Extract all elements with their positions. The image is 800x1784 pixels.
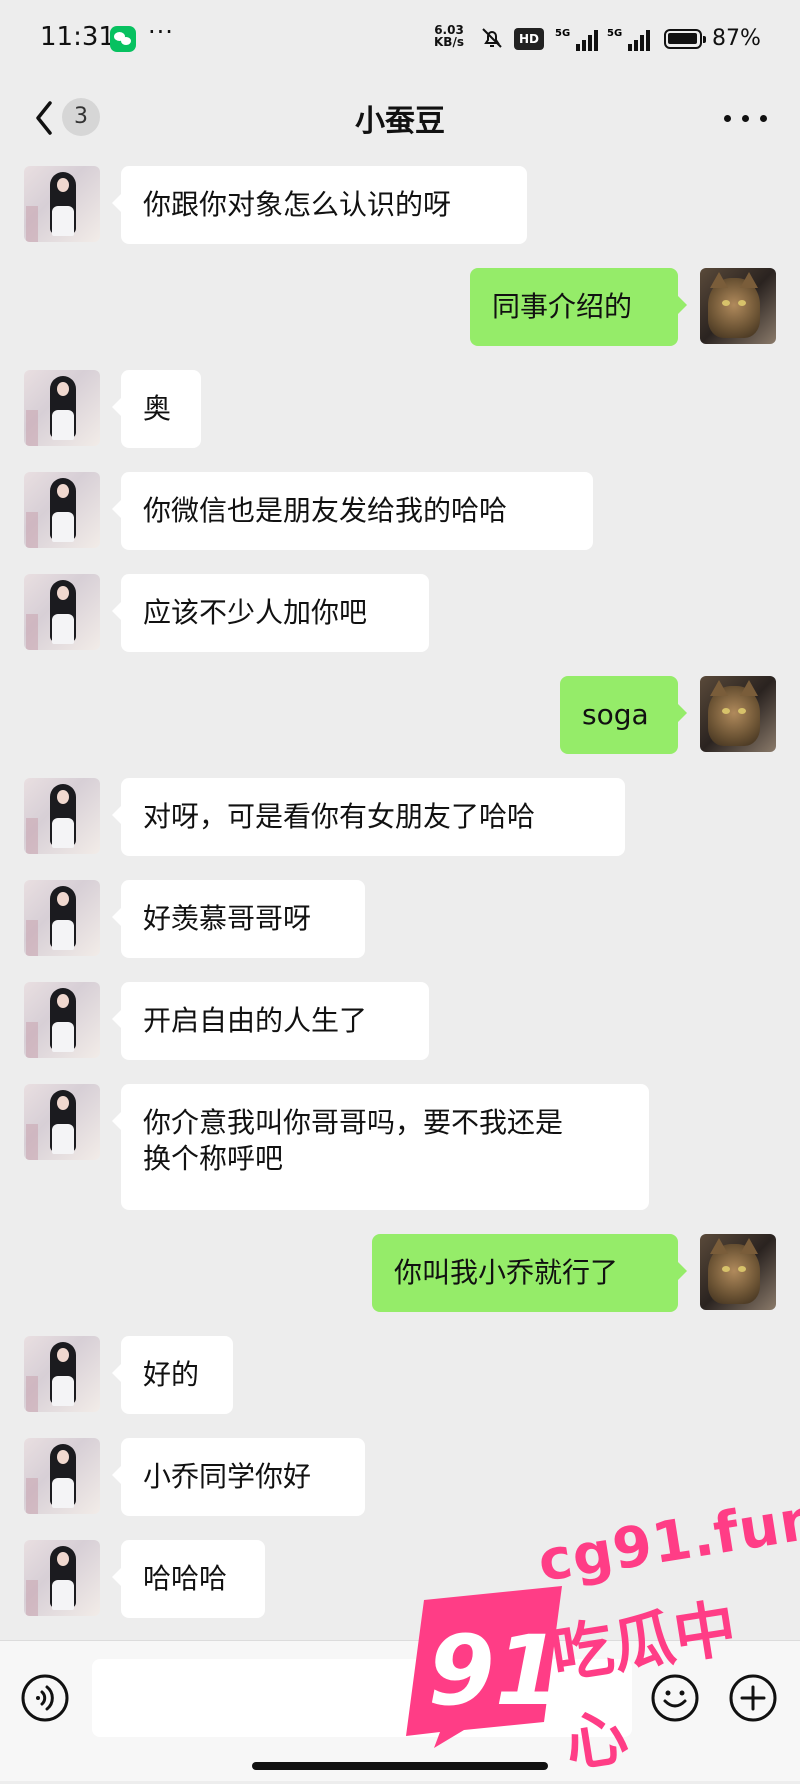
battery-icon (664, 29, 706, 49)
signal-icon-2: 5G (607, 28, 650, 51)
signal-5g-label-1: 5G (555, 28, 570, 39)
contact-avatar[interactable] (24, 166, 100, 242)
incoming-message-bubble[interactable]: 对呀，可是看你有女朋友了哈哈 (112, 778, 625, 856)
message-input[interactable] (92, 1659, 632, 1737)
incoming-message-bubble[interactable]: 你微信也是朋友发给我的哈哈 (112, 472, 593, 550)
incoming-message-bubble[interactable]: 奥 (112, 370, 201, 448)
incoming-message-bubble[interactable]: 你介意我叫你哥哥吗，要不我还是 换个称呼吧 (112, 1084, 649, 1210)
contact-avatar[interactable] (24, 1540, 100, 1616)
hd-voice-icon: HD (514, 28, 544, 50)
incoming-message-bubble[interactable]: 应该不少人加你吧 (112, 574, 429, 652)
watermark-domain: cg91.fun (533, 1486, 800, 1595)
message-line: 你介意我叫你哥哥吗，要不我还是 (143, 1106, 564, 1139)
contact-avatar[interactable] (24, 574, 100, 650)
network-speed-unit: KB/s (434, 35, 464, 49)
signal-5g-label-2: 5G (607, 28, 622, 39)
contact-avatar[interactable] (24, 778, 100, 854)
message-line: 换个称呼吧 (143, 1142, 284, 1175)
contact-avatar[interactable] (24, 370, 100, 446)
contact-avatar[interactable] (24, 472, 100, 548)
voice-input-icon[interactable] (20, 1673, 70, 1723)
incoming-message-bubble[interactable]: 哈哈哈 (112, 1540, 265, 1618)
network-speed: 6.03 KB/s (434, 24, 464, 48)
plus-icon[interactable] (728, 1673, 778, 1723)
outgoing-message-bubble[interactable]: soga (560, 676, 687, 754)
emoji-icon[interactable] (650, 1673, 700, 1723)
my-avatar[interactable] (700, 676, 776, 752)
incoming-message-bubble[interactable]: 开启自由的人生了 (112, 982, 429, 1060)
incoming-message-bubble[interactable]: 小乔同学你好 (112, 1438, 365, 1516)
more-notifications-icon: ··· (148, 18, 174, 46)
my-avatar[interactable] (700, 1234, 776, 1310)
contact-avatar[interactable] (24, 1438, 100, 1514)
contact-avatar[interactable] (24, 982, 100, 1058)
outgoing-message-bubble[interactable]: 你叫我小乔就行了 (372, 1234, 687, 1312)
chat-title: 小蚕豆 (355, 104, 445, 139)
watermark: 91 cg91.fun 吃瓜中心 (0, 0, 800, 1781)
mute-bell-icon (482, 28, 502, 48)
signal-icon: 5G (555, 28, 598, 51)
status-bar: 11:31 ··· 6.03 KB/s HD 5G 5G 87% (0, 0, 800, 80)
home-indicator[interactable] (252, 1762, 548, 1770)
outgoing-message-bubble[interactable]: 同事介绍的 (470, 268, 687, 346)
my-avatar[interactable] (700, 268, 776, 344)
chat-header: 3 小蚕豆 (0, 80, 800, 166)
chat-input-bar (0, 1640, 800, 1781)
more-options-icon[interactable] (722, 112, 770, 124)
status-time: 11:31 (40, 22, 115, 52)
contact-avatar[interactable] (24, 880, 100, 956)
battery-level: 87% (712, 26, 761, 51)
contact-avatar[interactable] (24, 1336, 100, 1412)
incoming-message-bubble[interactable]: 好的 (112, 1336, 233, 1414)
incoming-message-bubble[interactable]: 你跟你对象怎么认识的呀 (112, 166, 527, 244)
wechat-notification-icon (110, 26, 136, 52)
incoming-message-bubble[interactable]: 好羡慕哥哥呀 (112, 880, 365, 958)
contact-avatar[interactable] (24, 1084, 100, 1160)
